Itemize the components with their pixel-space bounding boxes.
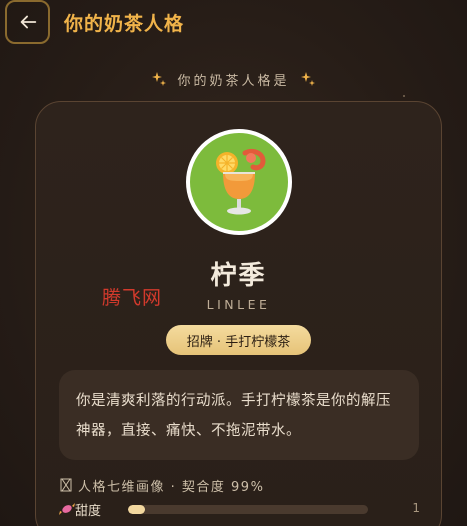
persona-english-name: LINLEE [206, 297, 271, 312]
decorative-dot [403, 95, 405, 97]
arrow-left-icon [20, 15, 36, 29]
page: 你的奶茶人格 你的奶茶人格是 柠季 LINLEE 招牌 · 手打柠檬茶 你是清爽… [0, 0, 467, 526]
dimension-row-sweetness: 甜度 1 [58, 500, 420, 519]
subtitle-row: 你的奶茶人格是 [0, 68, 467, 90]
dimension-bar-fill [128, 505, 145, 514]
lemon-tea-icon [216, 148, 266, 215]
persona-description: 你是清爽利落的行动派。手打柠檬茶是你的解压神器，直接、痛快、不拖泥带水。 [59, 370, 419, 460]
sparkle-icon [151, 71, 167, 87]
back-button[interactable] [5, 0, 50, 44]
dimension-label: 甜度 [75, 504, 102, 519]
dimension-value: 1 [412, 501, 420, 515]
persona-card: 柠季 LINLEE 招牌 · 手打柠檬茶 你是清爽利落的行动派。手打柠檬茶是你的… [35, 101, 442, 526]
persona-name: 柠季 [210, 261, 267, 291]
page-title: 你的奶茶人格 [64, 13, 185, 35]
dimensions-header: 人格七维画像 · 契合度 99% [60, 475, 264, 495]
hourglass-icon [60, 478, 72, 492]
watermark: 腾飞网 [102, 287, 163, 309]
sparkle-icon [300, 71, 316, 87]
persona-tag: 招牌 · 手打柠檬茶 [166, 325, 311, 355]
header: 你的奶茶人格 [0, 0, 467, 46]
candy-icon [59, 503, 75, 515]
persona-avatar [186, 129, 292, 235]
subtitle-text: 你的奶茶人格是 [177, 73, 290, 89]
dimensions-header-text: 人格七维画像 · 契合度 99% [78, 479, 265, 495]
dimension-bar [128, 505, 368, 514]
